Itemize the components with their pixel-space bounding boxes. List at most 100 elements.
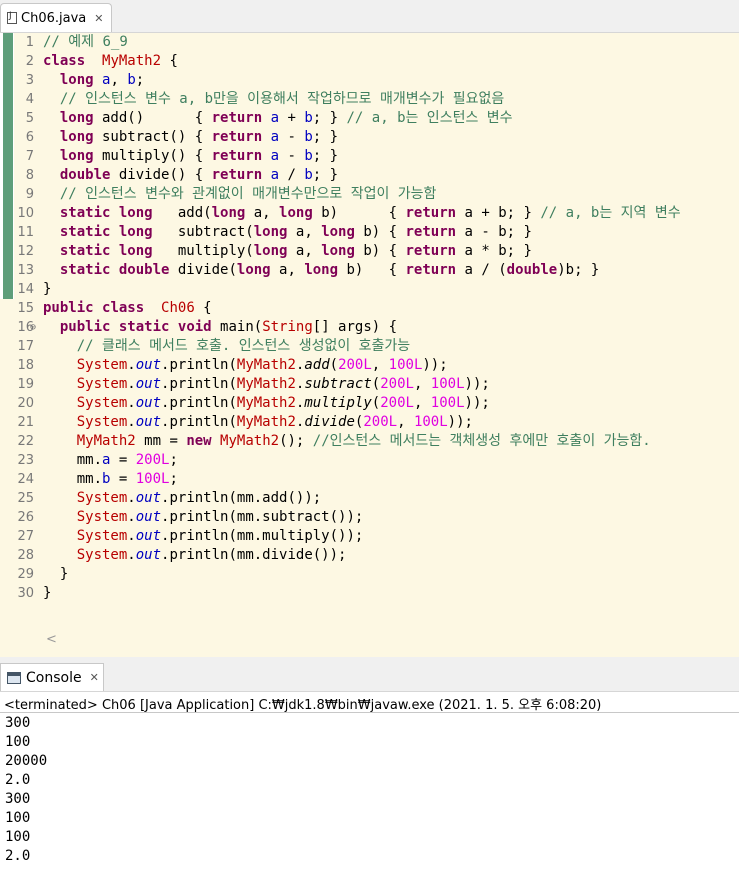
code-line[interactable]: 29 }: [0, 565, 739, 584]
code-line[interactable]: 2 class MyMath2 {: [0, 52, 739, 71]
code-line[interactable]: 15 public class Ch06 {: [0, 299, 739, 318]
code-token: b: [304, 148, 313, 164]
code-token: // 인스턴스 변수와 관계없이 매개변수만으로 작업이 가능함: [59, 186, 437, 202]
fold-toggle-icon[interactable]: ⊖: [30, 318, 36, 337]
code-text: System.out.println(mm.multiply());: [43, 527, 364, 546]
code-token: 200L: [338, 357, 372, 373]
console-tab[interactable]: Console ✕: [0, 663, 104, 691]
code-line[interactable]: 21 System.out.println(MyMath2.divide(200…: [0, 413, 739, 432]
code-line[interactable]: 9 // 인스턴스 변수와 관계없이 매개변수만으로 작업이 가능함: [0, 185, 739, 204]
console-tab-bar: Console ✕: [0, 663, 739, 692]
code-token: divide(: [169, 262, 237, 278]
close-icon[interactable]: ✕: [90, 671, 99, 684]
code-line[interactable]: 12 static long multiply(long a, long b) …: [0, 242, 739, 261]
code-token: long: [118, 224, 153, 240]
code-token: ; }: [312, 110, 347, 126]
code-token: long: [321, 243, 355, 259]
code-token: +: [279, 110, 305, 126]
code-token: .: [127, 509, 136, 525]
code-line[interactable]: 26 System.out.println(mm.subtract());: [0, 508, 739, 527]
code-line[interactable]: 27 System.out.println(mm.multiply());: [0, 527, 739, 546]
code-line[interactable]: 8 double divide() { return a / b; }: [0, 166, 739, 185]
code-line[interactable]: 14}: [0, 280, 739, 299]
code-token: multiply: [304, 395, 372, 411]
code-text: }: [43, 584, 51, 603]
code-token: .println(mm.add());: [161, 490, 322, 506]
line-number: 10: [17, 206, 34, 221]
code-token: =: [110, 471, 136, 487]
code-line[interactable]: 5 long add() { return a + b; } // a, b는 …: [0, 109, 739, 128]
code-token: out: [135, 509, 162, 525]
code-token: 100L: [135, 471, 170, 487]
code-token: return: [211, 167, 263, 183]
scroll-left-icon[interactable]: <: [46, 632, 57, 647]
code-token: .println(: [161, 414, 237, 430]
code-token: 200L: [363, 414, 398, 430]
code-line[interactable]: 4 // 인스턴스 변수 a, b만을 이용해서 작업하므로 매개변수가 필요없…: [0, 90, 739, 109]
code-token: a: [270, 129, 280, 145]
code-line[interactable]: 25 System.out.println(mm.add());: [0, 489, 739, 508]
code-line[interactable]: 23 mm.a = 200L;: [0, 451, 739, 470]
code-token: add: [304, 357, 330, 373]
code-token: double: [506, 262, 558, 278]
code-token: public: [43, 300, 94, 316]
code-token: long: [279, 205, 313, 221]
code-token: static: [59, 205, 111, 221]
code-token: b) {: [312, 205, 406, 221]
horizontal-scrollbar[interactable]: <: [0, 630, 739, 652]
code-line[interactable]: 6 long subtract() { return a - b; }: [0, 128, 739, 147]
code-token: .println(mm.divide());: [161, 547, 347, 563]
code-token: .println(mm.subtract());: [161, 509, 364, 525]
close-icon[interactable]: ✕: [94, 12, 103, 25]
code-line[interactable]: 28 System.out.println(mm.divide());: [0, 546, 739, 565]
code-token: a + b; }: [456, 205, 541, 221]
code-token: }: [43, 566, 69, 582]
code-token: return: [211, 129, 263, 145]
editor-tab[interactable]: Ch06.java ✕: [0, 3, 112, 32]
console-tab-title: Console: [26, 669, 82, 686]
code-token: .: [127, 376, 136, 392]
code-token: ));: [464, 395, 490, 411]
code-token: long: [253, 224, 288, 240]
code-line[interactable]: 7 long multiply() { return a - b; }: [0, 147, 739, 166]
code-token: multiply() {: [93, 148, 212, 164]
code-token: .: [127, 490, 136, 506]
code-line[interactable]: 17 // 클래스 메서드 호출. 인스턴스 생성없이 호출가능: [0, 337, 739, 356]
code-token: b: [127, 72, 136, 88]
code-token: .println(: [161, 357, 237, 373]
code-token: subtract() {: [93, 129, 212, 145]
code-token: b) {: [354, 243, 406, 259]
code-line[interactable]: 1 // 예제 6_9: [0, 33, 739, 52]
code-line[interactable]: 20 System.out.println(MyMath2.multiply(2…: [0, 394, 739, 413]
code-token: out: [135, 547, 162, 563]
line-number: 13: [17, 263, 34, 278]
code-token: )b; }: [557, 262, 600, 278]
code-token: long: [236, 262, 271, 278]
code-line[interactable]: 18 System.out.println(MyMath2.add(200L, …: [0, 356, 739, 375]
code-token: .println(: [161, 376, 237, 392]
code-token: return: [211, 148, 263, 164]
code-line[interactable]: 22 MyMath2 mm = new MyMath2(); //인스턴스 메서…: [0, 432, 739, 451]
code-line[interactable]: 3 long a, b;: [0, 71, 739, 90]
code-line[interactable]: 16 ⊖ public static void main(String[] arg…: [0, 318, 739, 337]
code-token: .: [127, 547, 136, 563]
code-token: return: [405, 243, 457, 259]
code-editor[interactable]: 1// 예제 6_9 2 class MyMath2 {3 long a, b; 4 …: [0, 33, 739, 657]
code-token: Ch06: [161, 300, 195, 316]
code-line[interactable]: 19 System.out.println(MyMath2.subtract(2…: [0, 375, 739, 394]
code-token: static: [118, 319, 170, 335]
code-line[interactable]: 30}: [0, 584, 739, 603]
code-line[interactable]: 10 static long add(long a, long b) { ret…: [0, 204, 739, 223]
code-text: // 인스턴스 변수와 관계없이 매개변수만으로 작업이 가능함: [43, 185, 437, 204]
code-line[interactable]: 13 static double divide(long a, long b) …: [0, 261, 739, 280]
code-line[interactable]: 24 mm.b = 100L;: [0, 470, 739, 489]
code-line[interactable]: 11 static long subtract(long a, long b) …: [0, 223, 739, 242]
code-token: divide: [304, 414, 355, 430]
code-token: ,: [413, 395, 431, 411]
